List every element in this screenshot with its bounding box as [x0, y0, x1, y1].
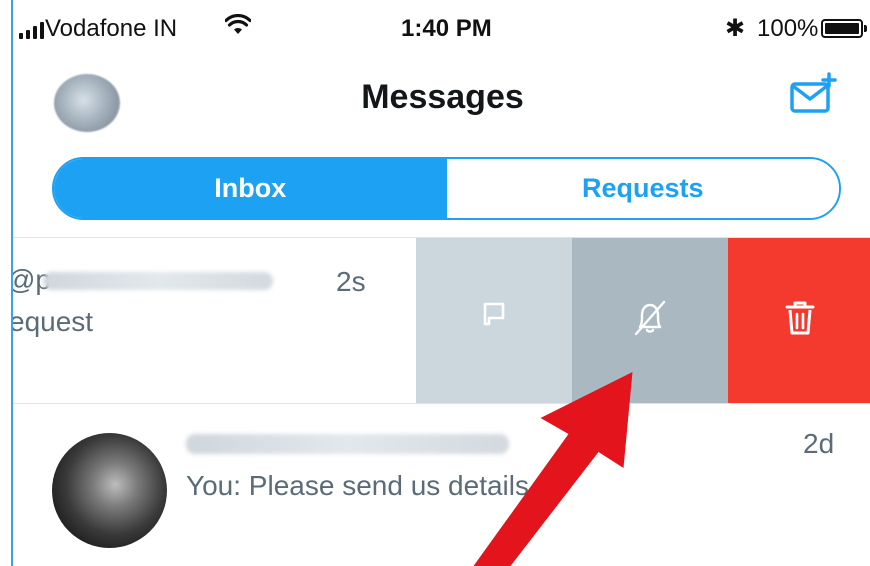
redacted-name	[186, 434, 509, 454]
conversation-content[interactable]: @p 2s equest	[13, 238, 416, 403]
battery-icon	[821, 19, 867, 38]
conversation-time: 2s	[336, 266, 366, 297]
signal-strength-icon	[19, 22, 44, 39]
status-bar: Vodafone IN 1:40 PM ✱ 100%	[13, 0, 870, 54]
tab-inbox[interactable]: Inbox	[54, 159, 447, 218]
conversation-row[interactable]: @p 2s equest	[13, 237, 870, 404]
inbox-requests-segmented-control: Inbox Requests	[52, 157, 841, 220]
status-time: 1:40 PM	[401, 15, 492, 42]
mute-button[interactable]	[572, 238, 728, 403]
compose-message-icon[interactable]	[789, 72, 837, 116]
app-screen: Vodafone IN 1:40 PM ✱ 100% Messages Inbo…	[11, 0, 870, 566]
trash-icon	[782, 298, 818, 343]
conversation-row[interactable]: 2d You: Please send us details at	[13, 404, 870, 566]
flag-button[interactable]	[416, 238, 572, 403]
redacted-handle	[43, 272, 273, 290]
carrier-name: Vodafone IN	[45, 15, 178, 42]
flag-icon	[479, 300, 509, 341]
conversation-snippet: You: Please send us details at	[186, 470, 561, 501]
wifi-icon	[224, 13, 252, 43]
page-title: Messages	[361, 78, 524, 116]
conversation-snippet: equest	[11, 306, 94, 337]
bluetooth-icon: ✱	[725, 15, 746, 42]
mute-notifications-icon	[627, 295, 673, 346]
battery-percentage: 100%	[757, 15, 819, 42]
tab-requests[interactable]: Requests	[446, 159, 839, 218]
avatar[interactable]	[52, 433, 167, 548]
delete-button[interactable]	[728, 238, 870, 403]
conversation-time: 2d	[803, 428, 835, 459]
